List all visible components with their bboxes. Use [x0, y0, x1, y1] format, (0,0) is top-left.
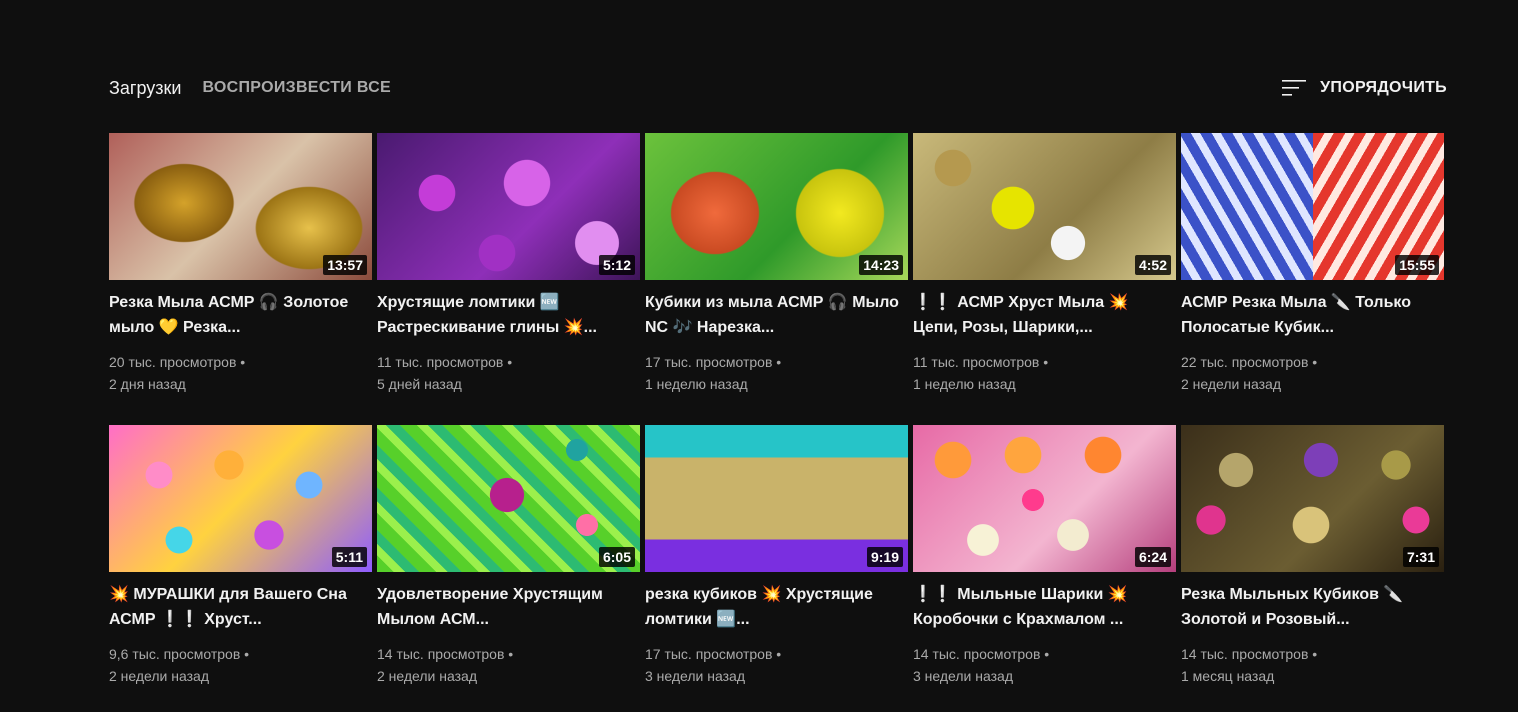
- video-card[interactable]: 4:52 ❕❕ АСМР Хруст Мыла 💥 Цепи, Розы, Ша…: [913, 133, 1176, 405]
- video-thumbnail[interactable]: 14:23: [645, 133, 908, 280]
- duration-badge: 14:23: [859, 255, 903, 275]
- meta-separator: •: [240, 646, 250, 662]
- view-count: 17 тыс. просмотров: [645, 646, 773, 662]
- video-card[interactable]: 5:11 💥 МУРАШКИ для Вашего Сна АСМР ❕❕ Хр…: [109, 425, 372, 697]
- video-meta: 14 тыс. просмотров • 1 месяц назад: [1181, 643, 1444, 687]
- duration-badge: 9:19: [866, 547, 903, 567]
- upload-age: 1 неделю назад: [645, 376, 748, 392]
- video-meta: 11 тыс. просмотров • 1 неделю назад: [913, 351, 1176, 395]
- video-title[interactable]: АСМР Резка Мыла 🔪 Только Полосатые Кубик…: [1181, 290, 1444, 340]
- video-card[interactable]: 6:05 Удовлетворение Хрустящим Мылом АСМ.…: [377, 425, 640, 697]
- video-meta: 14 тыс. просмотров • 2 недели назад: [377, 643, 640, 687]
- video-card[interactable]: 13:57 Резка Мыла АСМР 🎧 Золотое мыло 💛 Р…: [109, 133, 372, 405]
- video-thumbnail[interactable]: 4:52: [913, 133, 1176, 280]
- video-thumbnail[interactable]: 5:11: [109, 425, 372, 572]
- upload-age: 5 дней назад: [377, 376, 462, 392]
- meta-separator: •: [772, 354, 782, 370]
- upload-age: 3 недели назад: [913, 668, 1013, 684]
- duration-badge: 6:05: [598, 547, 635, 567]
- upload-age: 2 недели назад: [1181, 376, 1281, 392]
- meta-separator: •: [772, 646, 782, 662]
- play-all-button[interactable]: ВОСПРОИЗВЕСТИ ВСЕ: [202, 79, 390, 97]
- view-count: 14 тыс. просмотров: [913, 646, 1041, 662]
- upload-age: 2 недели назад: [109, 668, 209, 684]
- duration-badge: 13:57: [323, 255, 367, 275]
- video-card[interactable]: 7:31 Резка Мыльных Кубиков 🔪 Золотой и Р…: [1181, 425, 1444, 697]
- video-card[interactable]: 5:12 Хрустящие ломтики 🆕 Растрескивание …: [377, 133, 640, 405]
- view-count: 14 тыс. просмотров: [377, 646, 505, 662]
- duration-badge: 7:31: [1402, 547, 1439, 567]
- video-title[interactable]: Резка Мыльных Кубиков 🔪 Золотой и Розовы…: [1181, 582, 1444, 632]
- meta-separator: •: [1308, 646, 1318, 662]
- video-title[interactable]: Резка Мыла АСМР 🎧 Золотое мыло 💛 Резка..…: [109, 290, 372, 340]
- video-title[interactable]: Удовлетворение Хрустящим Мылом АСМ...: [377, 582, 640, 632]
- upload-age: 1 месяц назад: [1181, 668, 1275, 684]
- video-meta: 17 тыс. просмотров • 1 неделю назад: [645, 351, 908, 395]
- meta-separator: •: [1039, 354, 1049, 370]
- video-title[interactable]: Хрустящие ломтики 🆕 Растрескивание глины…: [377, 290, 640, 340]
- video-title[interactable]: резка кубиков 💥 Хрустящие ломтики 🆕...: [645, 582, 908, 632]
- video-thumbnail[interactable]: 5:12: [377, 133, 640, 280]
- view-count: 22 тыс. просмотров: [1181, 354, 1309, 370]
- video-thumbnail[interactable]: 6:05: [377, 425, 640, 572]
- duration-badge: 4:52: [1134, 255, 1171, 275]
- view-count: 9,6 тыс. просмотров: [109, 646, 241, 662]
- section-title: Загрузки: [109, 77, 182, 98]
- video-thumbnail[interactable]: 9:19: [645, 425, 908, 572]
- view-count: 11 тыс. просмотров: [377, 354, 504, 370]
- duration-badge: 6:24: [1134, 547, 1171, 567]
- video-thumbnail[interactable]: 6:24: [913, 425, 1176, 572]
- video-card[interactable]: 9:19 резка кубиков 💥 Хрустящие ломтики 🆕…: [645, 425, 908, 697]
- meta-separator: •: [504, 646, 514, 662]
- video-thumbnail[interactable]: 7:31: [1181, 425, 1444, 572]
- view-count: 14 тыс. просмотров: [1181, 646, 1309, 662]
- video-meta: 14 тыс. просмотров • 3 недели назад: [913, 643, 1176, 687]
- video-card[interactable]: 15:55 АСМР Резка Мыла 🔪 Только Полосатые…: [1181, 133, 1444, 405]
- duration-badge: 5:11: [331, 547, 367, 567]
- duration-badge: 5:12: [598, 255, 635, 275]
- view-count: 20 тыс. просмотров: [109, 354, 237, 370]
- video-title[interactable]: ❕❕ Мыльные Шарики 💥 Коробочки с Крахмало…: [913, 582, 1176, 632]
- upload-age: 3 недели назад: [645, 668, 745, 684]
- video-card[interactable]: 6:24 ❕❕ Мыльные Шарики 💥 Коробочки с Кра…: [913, 425, 1176, 697]
- video-title[interactable]: 💥 МУРАШКИ для Вашего Сна АСМР ❕❕ Хруст..…: [109, 582, 372, 632]
- video-thumbnail[interactable]: 15:55: [1181, 133, 1444, 280]
- meta-separator: •: [503, 354, 513, 370]
- upload-age: 1 неделю назад: [913, 376, 1016, 392]
- sort-icon: [1282, 80, 1307, 96]
- video-card[interactable]: 14:23 Кубики из мыла АСМР 🎧 Мыло NC 🎶 На…: [645, 133, 908, 405]
- video-meta: 9,6 тыс. просмотров • 2 недели назад: [109, 643, 372, 687]
- meta-separator: •: [1040, 646, 1050, 662]
- video-meta: 11 тыс. просмотров • 5 дней назад: [377, 351, 640, 395]
- meta-separator: •: [236, 354, 246, 370]
- view-count: 11 тыс. просмотров: [913, 354, 1040, 370]
- section-header: Загрузки ВОСПРОИЗВЕСТИ ВСЕ УПОРЯДОЧИТЬ: [109, 72, 1447, 104]
- video-meta: 20 тыс. просмотров • 2 дня назад: [109, 351, 372, 395]
- meta-separator: •: [1308, 354, 1318, 370]
- upload-age: 2 дня назад: [109, 376, 186, 392]
- view-count: 17 тыс. просмотров: [645, 354, 773, 370]
- duration-badge: 15:55: [1395, 255, 1439, 275]
- upload-age: 2 недели назад: [377, 668, 477, 684]
- video-meta: 22 тыс. просмотров • 2 недели назад: [1181, 351, 1444, 395]
- video-title[interactable]: Кубики из мыла АСМР 🎧 Мыло NC 🎶 Нарезка.…: [645, 290, 908, 340]
- video-meta: 17 тыс. просмотров • 3 недели назад: [645, 643, 908, 687]
- video-title[interactable]: ❕❕ АСМР Хруст Мыла 💥 Цепи, Розы, Шарики,…: [913, 290, 1176, 340]
- sort-button[interactable]: УПОРЯДОЧИТЬ: [1282, 76, 1447, 100]
- sort-label: УПОРЯДОЧИТЬ: [1320, 79, 1447, 96]
- video-thumbnail[interactable]: 13:57: [109, 133, 372, 280]
- video-grid: 13:57 Резка Мыла АСМР 🎧 Золотое мыло 💛 Р…: [109, 133, 1444, 697]
